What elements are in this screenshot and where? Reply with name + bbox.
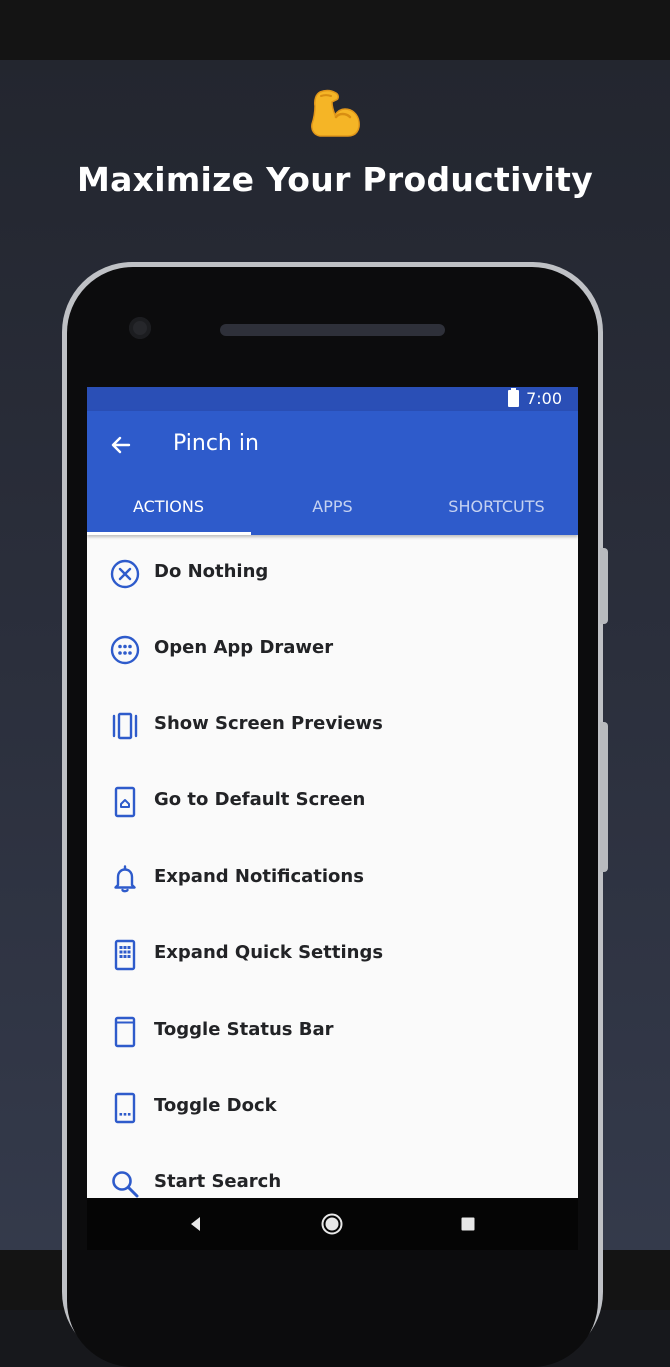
- tab-apps[interactable]: APPS: [251, 495, 414, 535]
- status-bar-icon: [114, 1016, 136, 1048]
- default-screen-icon: [114, 786, 136, 818]
- nav-back-icon[interactable]: [183, 1211, 209, 1237]
- list-item-go-to-default-screen[interactable]: Go to Default Screen: [87, 763, 578, 839]
- list-item-label: Go to Default Screen: [154, 789, 366, 810]
- phone-volume-button: [600, 722, 608, 872]
- search-icon: [112, 1171, 139, 1198]
- close-circle-icon: [110, 559, 140, 589]
- promo-title: Maximize Your Productivity: [76, 160, 594, 199]
- battery-icon: [508, 388, 519, 407]
- back-arrow-icon[interactable]: [107, 431, 135, 459]
- system-navigation-bar: [87, 1198, 578, 1250]
- tab-shortcuts[interactable]: SHORTCUTS: [415, 495, 578, 535]
- list-item-label: Show Screen Previews: [154, 713, 383, 734]
- list-item-show-screen-previews[interactable]: Show Screen Previews: [87, 687, 578, 763]
- bell-icon: [114, 865, 136, 893]
- list-item-label: Expand Notifications: [154, 866, 364, 887]
- screen-previews-icon: [112, 712, 138, 740]
- list-item-label: Toggle Status Bar: [154, 1019, 334, 1040]
- quick-settings-icon: [114, 939, 136, 971]
- app-bar-title: Pinch in: [173, 431, 259, 456]
- list-item-toggle-status-bar[interactable]: Toggle Status Bar: [87, 993, 578, 1069]
- nav-home-icon[interactable]: [319, 1211, 345, 1237]
- phone-screen: 7:00 Pinch in ACTIONS APPS SHORTCUTS Do …: [87, 387, 578, 1250]
- list-item-open-app-drawer[interactable]: Open App Drawer: [87, 611, 578, 687]
- status-bar: 7:00: [87, 387, 578, 411]
- list-item-toggle-dock[interactable]: Toggle Dock: [87, 1069, 578, 1145]
- app-drawer-icon: [110, 635, 140, 665]
- front-camera: [129, 317, 151, 339]
- status-time: 7:00: [526, 389, 562, 408]
- list-item-expand-notifications[interactable]: Expand Notifications: [87, 840, 578, 916]
- app-bar: Pinch in ACTIONS APPS SHORTCUTS: [87, 411, 578, 535]
- phone-power-button: [600, 548, 608, 624]
- tab-actions[interactable]: ACTIONS: [87, 495, 250, 535]
- list-item-do-nothing[interactable]: Do Nothing: [87, 535, 578, 611]
- list-item-expand-quick-settings[interactable]: Expand Quick Settings: [87, 916, 578, 992]
- flexed-biceps-icon: [311, 89, 360, 137]
- nav-recents-icon[interactable]: [455, 1211, 481, 1237]
- list-item-label: Open App Drawer: [154, 637, 334, 658]
- top-letterbox: [0, 0, 670, 60]
- list-item-label: Expand Quick Settings: [154, 942, 384, 963]
- dock-icon: [114, 1092, 136, 1124]
- earpiece-speaker: [220, 324, 445, 336]
- flexed-biceps-emoji: [0, 84, 670, 150]
- list-item-label: Do Nothing: [154, 561, 269, 582]
- list-item-label: Start Search: [154, 1171, 282, 1192]
- list-item-label: Toggle Dock: [154, 1095, 277, 1116]
